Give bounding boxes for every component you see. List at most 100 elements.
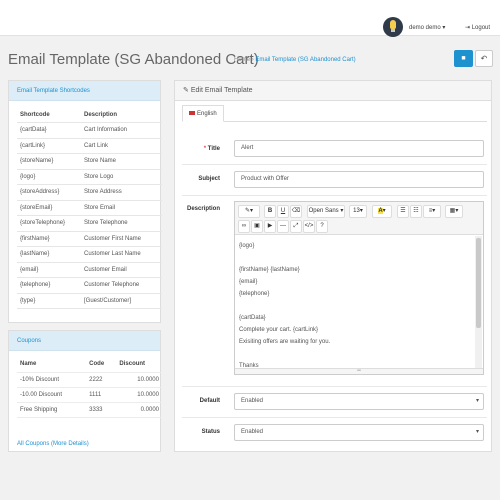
table-row: -10% Discount 2222 10.0000 — [17, 372, 162, 388]
shortcode-cell: {storeEmail} — [17, 200, 81, 216]
table-header-row: Shortcode Description — [17, 107, 162, 123]
title-input[interactable]: Alert — [234, 140, 484, 157]
status-select-value: Enabled — [241, 429, 264, 435]
resize-handle[interactable]: ═ — [235, 368, 483, 374]
reply-icon: ↶ — [480, 54, 488, 63]
divider — [182, 417, 487, 418]
underline-button[interactable]: U — [277, 205, 289, 218]
default-select[interactable]: Enabled — [234, 393, 484, 410]
save-button[interactable]: ■ — [454, 50, 473, 67]
code-view-button[interactable]: </> — [303, 220, 315, 233]
default-label: Default — [199, 398, 220, 404]
breadcrumb-home[interactable]: Home — [234, 57, 250, 63]
shortcode-cell: {firstName} — [17, 231, 81, 247]
table-icon: ▦▾ — [449, 208, 459, 214]
fullscreen-button[interactable]: ⤢ — [290, 220, 302, 233]
all-coupons-link[interactable]: All Coupons (More Details) — [17, 441, 89, 447]
logout-link[interactable]: ⇥ Logout — [465, 24, 490, 31]
editor-scrollbar[interactable] — [475, 236, 482, 368]
bullet-list-button[interactable]: ☰ — [397, 205, 409, 218]
help-button[interactable]: ? — [316, 220, 328, 233]
coupon-discount-cell: 0.0000 — [116, 402, 162, 418]
coupons-panel: Coupons Name Code Discount -10% Discount… — [8, 330, 162, 452]
editor-line: Complete your cart. {cartLink} — [239, 327, 319, 333]
description-cell: Store Name — [81, 153, 162, 170]
video-icon: ▶ — [267, 223, 273, 229]
subject-input[interactable]: Product with Offer — [234, 171, 484, 188]
coupons-title: Coupons — [9, 331, 160, 351]
bold-icon: B — [267, 208, 273, 214]
description-cell: Customer First Name — [81, 231, 162, 247]
description-cell: Store Logo — [81, 169, 162, 185]
col-shortcode: Shortcode — [17, 107, 81, 123]
page-title: Email Template (SG Abandoned Cart) — [8, 51, 259, 68]
shortcodes-title: Email Template Shortcodes — [9, 81, 160, 101]
table-row: {cartData} Cart Information — [17, 122, 162, 139]
hr-button[interactable]: — — [277, 220, 289, 233]
shortcode-cell: {telephone} — [17, 277, 81, 294]
edit-panel-header: ✎ Edit Email Template — [175, 81, 491, 101]
font-name-select[interactable]: Open Sans ▾ — [307, 205, 345, 218]
chevron-down-icon: ▾ — [442, 25, 446, 31]
editor-line: {logo} — [239, 243, 255, 249]
coupon-name-cell: -10.00 Discount — [17, 387, 87, 403]
status-label: Status — [201, 429, 220, 435]
editor-line: {cartData} — [239, 315, 266, 321]
table-row: -10.00 Discount 1111 10.0000 — [17, 387, 162, 403]
divider — [182, 386, 487, 387]
description-cell: Cart Link — [81, 138, 162, 154]
table-row: {storeAddress} Store Address — [17, 184, 162, 201]
font-size-select[interactable]: 13▾ — [349, 205, 367, 218]
scroll-thumb[interactable] — [476, 238, 481, 328]
back-button[interactable]: ↶ — [475, 50, 493, 67]
link-button[interactable]: ∞ — [238, 220, 250, 233]
code-icon: </> — [304, 223, 314, 229]
editor-line: {email} — [239, 279, 258, 285]
style-button[interactable]: ✎▾ — [238, 205, 260, 218]
shortcode-cell: {cartData} — [17, 122, 81, 139]
image-button[interactable]: ▣ — [251, 220, 263, 233]
status-select[interactable]: Enabled — [234, 424, 484, 441]
table-row: {storeName} Store Name — [17, 153, 162, 170]
editor-content[interactable]: {logo} {firstName} {lastName} {email} {tele… — [239, 240, 473, 372]
align-icon: ≡▾ — [428, 208, 436, 214]
logout-icon: ⇥ — [465, 25, 471, 31]
color-button[interactable]: A▾ — [372, 205, 392, 218]
description-editor[interactable]: ✎▾ B U ⌫ Open Sans ▾ 13▾ A▾ ☰ ☷ ≡▾ ▦▾ ∞ … — [234, 201, 484, 375]
number-list-button[interactable]: ☷ — [410, 205, 422, 218]
avatar[interactable] — [383, 17, 403, 37]
breadcrumb: Home › Email Template (SG Abandoned Cart… — [234, 57, 356, 63]
tab-english[interactable]: English — [182, 105, 224, 122]
default-select-value: Enabled — [241, 398, 264, 404]
coupon-code-cell: 1111 — [86, 387, 117, 403]
table-header-row: Name Code Discount — [17, 357, 162, 373]
user-menu[interactable]: demo demo ▾ — [409, 24, 445, 31]
table-row: {lastName} Customer Last Name — [17, 246, 162, 263]
video-button[interactable]: ▶ — [264, 220, 276, 233]
bold-button[interactable]: B — [264, 205, 276, 218]
eraser-button[interactable]: ⌫ — [290, 205, 302, 218]
shortcodes-panel: Email Template Shortcodes Shortcode Desc… — [8, 80, 162, 323]
image-icon: ▣ — [254, 223, 260, 229]
table-row: {logo} Store Logo — [17, 169, 162, 185]
description-cell: Customer Telephone — [81, 277, 162, 294]
table-button[interactable]: ▦▾ — [445, 205, 463, 218]
font-color-icon: A — [378, 208, 383, 214]
coupon-code-cell: 2222 — [86, 372, 117, 388]
list-ol-icon: ☷ — [413, 208, 419, 214]
breadcrumb-current[interactable]: Email Template (SG Abandoned Cart) — [255, 57, 355, 63]
coupon-name-cell: Free Shipping — [17, 402, 87, 418]
tab-divider — [182, 121, 487, 122]
col-discount: Discount — [116, 357, 162, 373]
description-cell: Store Telephone — [81, 215, 162, 232]
top-navbar: demo demo ▾ ⇥ Logout — [0, 0, 500, 37]
user-name: demo demo — [409, 25, 441, 31]
list-ul-icon: ☰ — [400, 208, 406, 214]
col-description: Description — [81, 107, 162, 123]
coupons-table: Name Code Discount -10% Discount 2222 10.0… — [17, 357, 162, 418]
paragraph-button[interactable]: ≡▾ — [423, 205, 441, 218]
shortcode-cell: {storeAddress} — [17, 184, 81, 201]
